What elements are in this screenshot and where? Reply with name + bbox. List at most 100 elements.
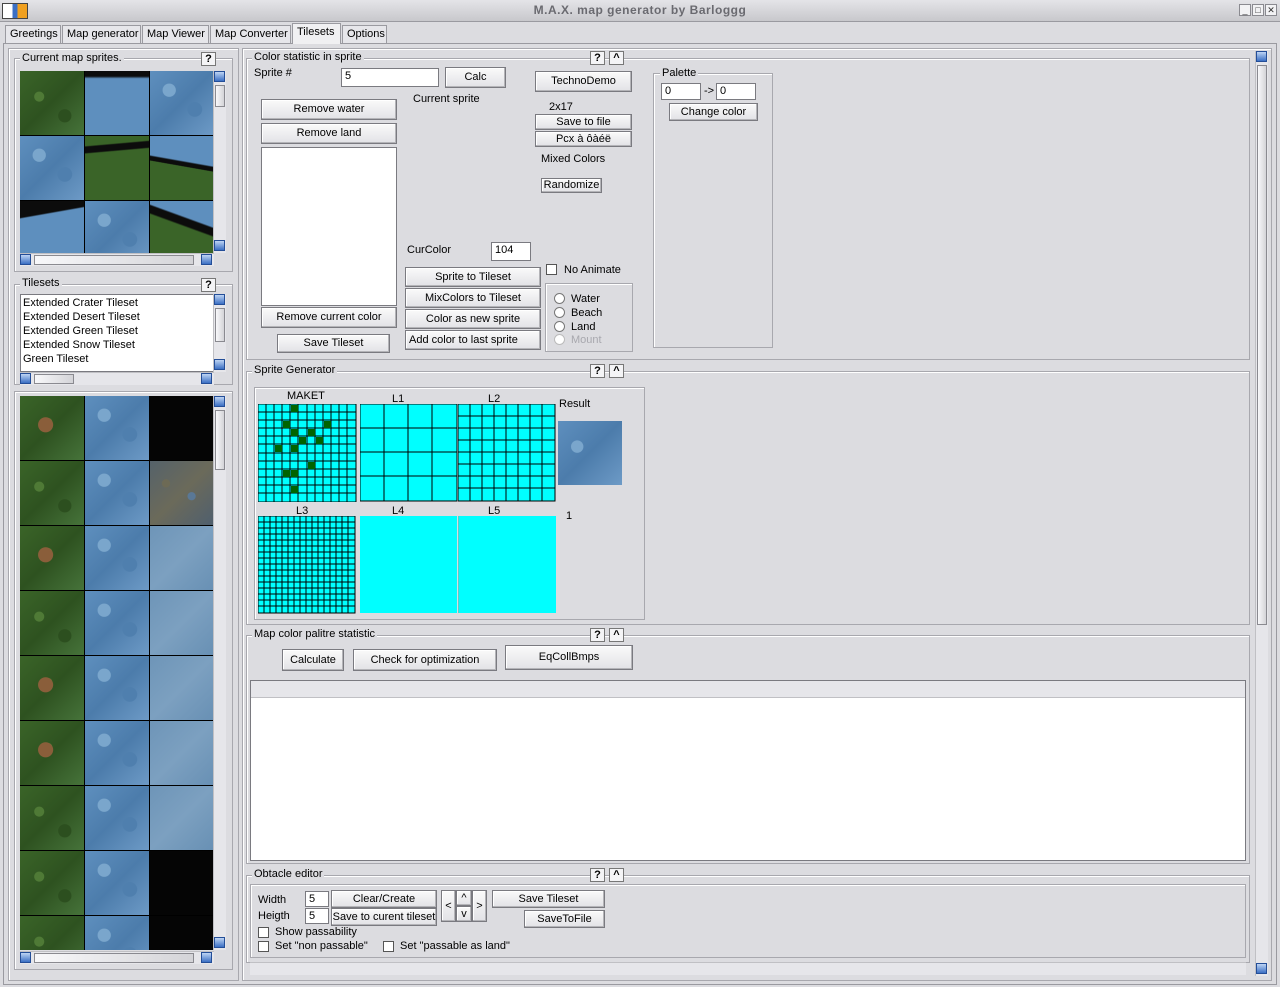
collapse-button-color-stat[interactable]: ^ (609, 51, 624, 65)
help-button-sprite-gen[interactable]: ? (590, 364, 605, 378)
scroll-left-icon[interactable] (20, 254, 31, 265)
eqcollbmps-button[interactable]: EqCollBmps (505, 645, 633, 670)
tilesets-vscroll[interactable] (213, 294, 226, 372)
collapse-button-palette-stat[interactable]: ^ (609, 628, 624, 642)
main-vscroll[interactable] (1255, 51, 1268, 976)
set-non-passable-checkbox[interactable] (258, 941, 269, 952)
tab-greetings[interactable]: Greetings (5, 25, 61, 43)
close-icon[interactable]: ✕ (1265, 4, 1277, 16)
save-tileset-obstacle-button[interactable]: Save Tileset (492, 890, 605, 908)
maket-grid[interactable] (258, 404, 358, 502)
help-button-palette-stat[interactable]: ? (590, 628, 605, 642)
save-tileset-button[interactable]: Save Tileset (277, 334, 390, 353)
scroll-down-icon[interactable] (214, 359, 225, 370)
scroll-right-icon[interactable] (201, 952, 212, 963)
remove-current-color-button[interactable]: Remove current color (261, 307, 397, 328)
pcx-button[interactable]: Pcx à ôàéë (535, 131, 632, 147)
l4-grid[interactable] (360, 516, 457, 613)
clear-create-button[interactable]: Clear/Create (331, 890, 437, 908)
sprites-vscroll[interactable] (213, 71, 226, 253)
remove-water-button[interactable]: Remove water (261, 99, 397, 120)
change-color-button[interactable]: Change color (669, 103, 758, 121)
tilesets-list[interactable]: Extended Crater Tileset Extended Desert … (20, 294, 214, 372)
tab-tilesets[interactable]: Tilesets (292, 23, 341, 44)
radio-mount[interactable] (554, 334, 565, 345)
calc-button[interactable]: Calc (445, 67, 506, 88)
add-color-to-last-sprite-button[interactable]: Add color to last sprite (405, 330, 541, 350)
scroll-down-icon[interactable] (1256, 963, 1267, 974)
radio-land[interactable] (554, 321, 565, 332)
minimize-icon[interactable]: _ (1239, 4, 1251, 16)
help-button-obstacle[interactable]: ? (590, 868, 605, 882)
palette-to-input[interactable]: 0 (716, 83, 756, 100)
arrow-left-button[interactable]: < (441, 890, 456, 922)
collapse-button-sprite-gen[interactable]: ^ (609, 364, 624, 378)
save-to-file-button[interactable]: Save to file (535, 114, 632, 130)
scroll-right-icon[interactable] (201, 373, 212, 384)
l1-grid[interactable] (360, 404, 458, 502)
scroll-up-icon[interactable] (214, 71, 225, 82)
color-list[interactable] (261, 147, 397, 306)
list-item[interactable]: Green Tileset (23, 353, 88, 365)
tileset-hscroll[interactable] (20, 951, 214, 964)
help-button-color-stat[interactable]: ? (590, 51, 605, 65)
scroll-down-icon[interactable] (214, 937, 225, 948)
height-input[interactable]: 5 (305, 908, 329, 924)
scroll-thumb[interactable] (215, 308, 225, 342)
tab-map-generator[interactable]: Map generator (62, 25, 141, 43)
scroll-right-icon[interactable] (201, 254, 212, 265)
mixcolors-to-tileset-button[interactable]: MixColors to Tileset (405, 288, 541, 308)
no-animate-checkbox[interactable] (546, 264, 557, 275)
remove-land-button[interactable]: Remove land (261, 123, 397, 144)
list-item[interactable]: Extended Crater Tileset (23, 297, 138, 309)
list-item[interactable]: Extended Green Tileset (23, 325, 138, 337)
color-as-new-sprite-button[interactable]: Color as new sprite (405, 309, 541, 329)
l3-grid[interactable] (258, 516, 356, 614)
tab-map-converter[interactable]: Map Converter (210, 25, 291, 43)
scroll-up-icon[interactable] (214, 294, 225, 305)
list-item[interactable]: Extended Desert Tileset (23, 311, 140, 323)
palette-from-input[interactable]: 0 (661, 83, 701, 100)
tilesets-hscroll[interactable] (20, 372, 214, 385)
sprites-hscroll[interactable] (20, 253, 214, 266)
scroll-up-icon[interactable] (1256, 51, 1267, 62)
main-hscroll[interactable] (250, 962, 1246, 975)
tileset-sprites-view[interactable] (20, 396, 214, 950)
set-passable-land-checkbox[interactable] (383, 941, 394, 952)
scroll-thumb[interactable] (215, 410, 225, 470)
curcolor-input[interactable]: 104 (491, 242, 531, 261)
randomize-button[interactable]: Randomize (541, 178, 602, 193)
save-to-file-obstacle-button[interactable]: SaveToFile (524, 910, 605, 928)
palette-stat-grid[interactable] (250, 680, 1246, 861)
help-button-sprites[interactable]: ? (201, 52, 216, 66)
help-button-tilesets[interactable]: ? (201, 278, 216, 292)
technodemo-button[interactable]: TechnoDemo (535, 71, 632, 92)
calculate-button[interactable]: Calculate (282, 649, 344, 671)
width-input[interactable]: 5 (305, 891, 329, 907)
radio-beach[interactable] (554, 307, 565, 318)
tab-options[interactable]: Options (342, 25, 387, 43)
save-to-current-tileset-button[interactable]: Save to curent tileset (331, 908, 437, 926)
scroll-thumb[interactable] (1257, 65, 1267, 625)
show-passability-checkbox[interactable] (258, 927, 269, 938)
scroll-left-icon[interactable] (20, 373, 31, 384)
maximize-icon[interactable]: □ (1252, 4, 1264, 16)
list-item[interactable]: Extended Snow Tileset (23, 339, 135, 351)
tileset-vscroll[interactable] (213, 396, 226, 950)
scroll-thumb[interactable] (34, 255, 194, 265)
tab-map-viewer[interactable]: Map Viewer (142, 25, 209, 43)
sprite-to-tileset-button[interactable]: Sprite to Tileset (405, 267, 541, 287)
radio-water[interactable] (554, 293, 565, 304)
scroll-thumb[interactable] (34, 953, 194, 963)
scroll-thumb[interactable] (215, 85, 225, 107)
scroll-thumb[interactable] (34, 374, 74, 384)
arrow-right-button[interactable]: > (472, 890, 487, 922)
scroll-down-icon[interactable] (214, 240, 225, 251)
arrow-down-button[interactable]: v (456, 906, 472, 922)
current-sprites-view[interactable] (20, 71, 214, 253)
sprite-number-input[interactable]: 5 (341, 68, 439, 87)
scroll-up-icon[interactable] (214, 396, 225, 407)
check-optimization-button[interactable]: Check for optimization (353, 649, 497, 671)
scroll-left-icon[interactable] (20, 952, 31, 963)
arrow-up-button[interactable]: ^ (456, 890, 472, 906)
